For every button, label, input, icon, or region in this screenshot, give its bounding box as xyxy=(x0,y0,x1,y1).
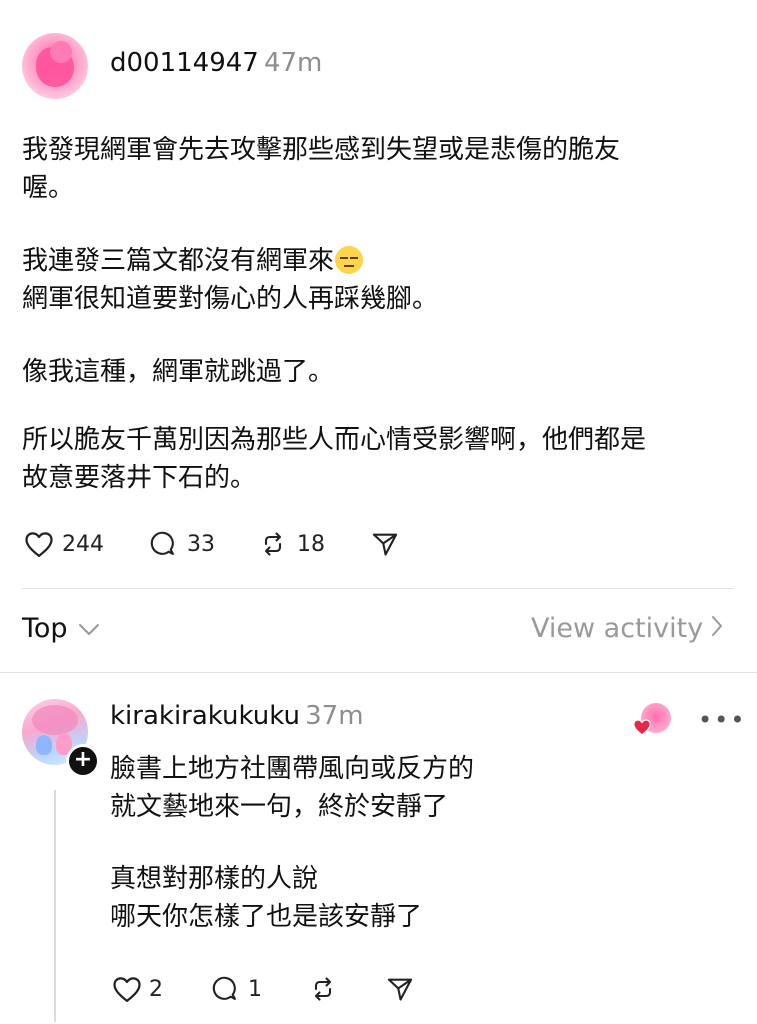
send-icon xyxy=(370,530,400,558)
reply-comment-count: 1 xyxy=(248,976,262,1002)
reply-time: 37m xyxy=(305,701,364,731)
divider xyxy=(22,588,734,589)
repost-icon xyxy=(258,530,288,558)
post-text-line: 喔。 xyxy=(22,173,75,203)
reply-comment-button[interactable]: 1 xyxy=(211,975,262,1003)
reply-text-line: 臉書上地方社團帶風向或反方的 xyxy=(110,754,475,784)
view-activity-label: View activity xyxy=(531,613,704,644)
post-paragraph-1: 我發現網軍會先去攻擊那些感到失望或是悲傷的脆友 喔。 xyxy=(22,131,722,207)
share-button[interactable] xyxy=(370,530,400,558)
reply-like-button[interactable]: 2 xyxy=(112,975,163,1003)
reply-like-count: 2 xyxy=(149,976,163,1002)
reply-paragraph-2: 真想對那樣的人說 哪天你怎樣了也是該安靜了 xyxy=(110,860,710,936)
heart-filled-icon xyxy=(632,718,652,740)
post-text-line: 我連發三篇文都沒有網軍來 xyxy=(22,246,335,276)
reply-paragraph-1: 臉書上地方社團帶風向或反方的 就文藝地來一句，終於安靜了 xyxy=(110,750,710,826)
chevron-right-icon xyxy=(711,613,723,644)
comment-bubble-icon xyxy=(149,530,177,558)
repost-icon xyxy=(308,975,338,1003)
comment-button[interactable]: 33 xyxy=(149,530,215,558)
post-text-line: 故意要落井下石的。 xyxy=(22,463,257,493)
author-username[interactable]: d00114947 xyxy=(110,48,259,78)
reply-text-line: 真想對那樣的人說 xyxy=(110,864,319,894)
heart-icon xyxy=(24,530,54,558)
post-text-line: 像我這種，網軍就跳過了。 xyxy=(22,357,335,387)
reply-header: kirakirakukuku 37m xyxy=(110,701,364,731)
post-paragraph-2: 我連發三篇文都沒有網軍來 網軍很知道要對傷心的人再踩幾腳。 xyxy=(22,242,722,318)
reply-text-line: 就文藝地來一句，終於安靜了 xyxy=(110,792,449,822)
reply-text-line: 哪天你怎樣了也是該安靜了 xyxy=(110,902,423,932)
comment-count: 33 xyxy=(187,531,215,557)
sort-dropdown[interactable]: Top xyxy=(22,613,100,644)
reply-share-button[interactable] xyxy=(385,975,415,1003)
post-text-line: 我發現網軍會先去攻擊那些感到失望或是悲傷的脆友 xyxy=(22,135,621,165)
view-activity-link[interactable]: View activity xyxy=(531,613,723,644)
sort-label: Top xyxy=(22,613,68,644)
expressionless-face-icon xyxy=(335,246,364,274)
post-time: 47m xyxy=(263,48,323,78)
post-text-line: 所以脆友千萬別因為那些人而心情受影響啊，他們都是 xyxy=(22,425,647,455)
follow-plus-icon[interactable]: + xyxy=(66,744,100,778)
repost-count: 18 xyxy=(297,531,325,557)
more-icon[interactable]: ••• xyxy=(698,706,746,734)
send-icon xyxy=(385,975,415,1003)
reply-repost-button[interactable] xyxy=(308,975,338,1003)
chevron-down-icon xyxy=(78,613,100,644)
like-button[interactable]: 244 xyxy=(24,530,104,558)
reply-username[interactable]: kirakirakukuku xyxy=(110,701,300,731)
repost-button[interactable]: 18 xyxy=(258,530,325,558)
post-text-line: 網軍很知道要對傷心的人再踩幾腳。 xyxy=(22,284,439,314)
thread-line xyxy=(54,790,56,1022)
comment-bubble-icon xyxy=(211,975,239,1003)
post-paragraph-3: 像我這種，網軍就跳過了。 xyxy=(22,353,722,391)
post-paragraph-4: 所以脆友千萬別因為那些人而心情受影響啊，他們都是 故意要落井下石的。 xyxy=(22,421,722,497)
author-avatar[interactable] xyxy=(22,33,88,99)
post-header: d00114947 47m xyxy=(110,48,322,78)
like-count: 244 xyxy=(62,531,104,557)
divider xyxy=(0,672,757,673)
heart-icon xyxy=(112,975,142,1003)
